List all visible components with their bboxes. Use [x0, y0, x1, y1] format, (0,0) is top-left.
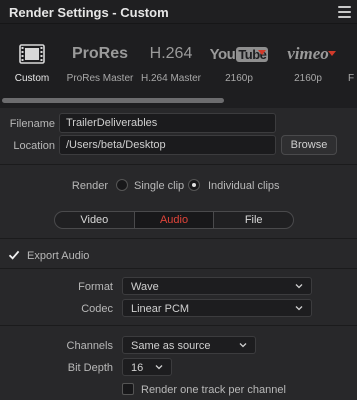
preset-label: Custom	[14, 73, 50, 84]
dropdown-arrow-icon[interactable]	[258, 50, 266, 55]
chevron-down-icon	[155, 365, 163, 370]
codec-label: Codec	[81, 303, 113, 315]
single-clip-radio[interactable]	[116, 179, 128, 191]
checkmark-icon	[8, 250, 20, 260]
window-title: Render Settings - Custom	[9, 5, 169, 20]
codec-select[interactable]: Linear PCM	[122, 299, 312, 317]
per-channel-checkbox[interactable]	[122, 383, 134, 395]
format-select[interactable]: Wave	[122, 277, 312, 295]
channels-label: Channels	[66, 340, 113, 352]
prores-logo: ProRes	[71, 45, 129, 62]
title-bar: Render Settings - Custom	[0, 0, 357, 24]
divider	[0, 238, 357, 239]
divider	[0, 325, 357, 326]
location-label: Location	[13, 140, 55, 152]
filename-label: Filename	[9, 118, 55, 130]
divider	[0, 268, 357, 269]
preset-scrollbar[interactable]	[0, 96, 357, 104]
preset-label: 2160p	[225, 73, 253, 84]
browse-button[interactable]: Browse	[281, 135, 337, 155]
channels-value: Same as source	[131, 340, 211, 352]
preset-label: 2160p	[294, 73, 322, 84]
tab-audio[interactable]: Audio	[134, 212, 215, 228]
preset-label: F	[348, 73, 355, 84]
format-value: Wave	[131, 281, 159, 293]
chevron-down-icon	[295, 284, 303, 289]
export-audio-checkbox[interactable]	[8, 249, 20, 261]
dropdown-arrow-icon[interactable]	[328, 51, 336, 56]
scrollbar-thumb[interactable]	[2, 98, 224, 103]
bit-depth-select[interactable]: 16	[122, 358, 172, 376]
bit-depth-label: Bit Depth	[67, 362, 113, 374]
export-audio-label: Export Audio	[27, 250, 90, 262]
hamburger-menu-icon[interactable]	[338, 6, 351, 18]
chevron-down-icon	[295, 306, 303, 311]
preset-strip: Custom ProRes ProRes Master H.264 H.264 …	[0, 24, 357, 108]
channels-select[interactable]: Same as source	[122, 336, 256, 354]
format-label: Format	[78, 281, 113, 293]
filename-input[interactable]: TrailerDeliverables	[59, 113, 276, 133]
h264-logo: H.264	[149, 45, 193, 62]
location-input[interactable]: /Users/beta/Desktop	[59, 135, 276, 155]
chevron-down-icon	[239, 343, 247, 348]
preset-label: H.264 Master	[140, 73, 202, 84]
individual-clips-radio[interactable]	[188, 179, 200, 191]
codec-value: Linear PCM	[131, 303, 190, 315]
per-channel-label: Render one track per channel	[141, 384, 286, 396]
divider	[0, 164, 357, 165]
film-icon	[0, 42, 64, 66]
tab-file[interactable]: File	[214, 212, 293, 228]
tab-video[interactable]: Video	[55, 212, 135, 228]
bit-depth-value: 16	[131, 362, 144, 374]
individual-clips-label: Individual clips	[208, 180, 280, 192]
render-label: Render	[71, 180, 108, 192]
single-clip-label: Single clip	[134, 180, 185, 192]
preset-label: ProRes Master	[66, 73, 134, 84]
settings-tabs: Video Audio File	[54, 211, 294, 229]
